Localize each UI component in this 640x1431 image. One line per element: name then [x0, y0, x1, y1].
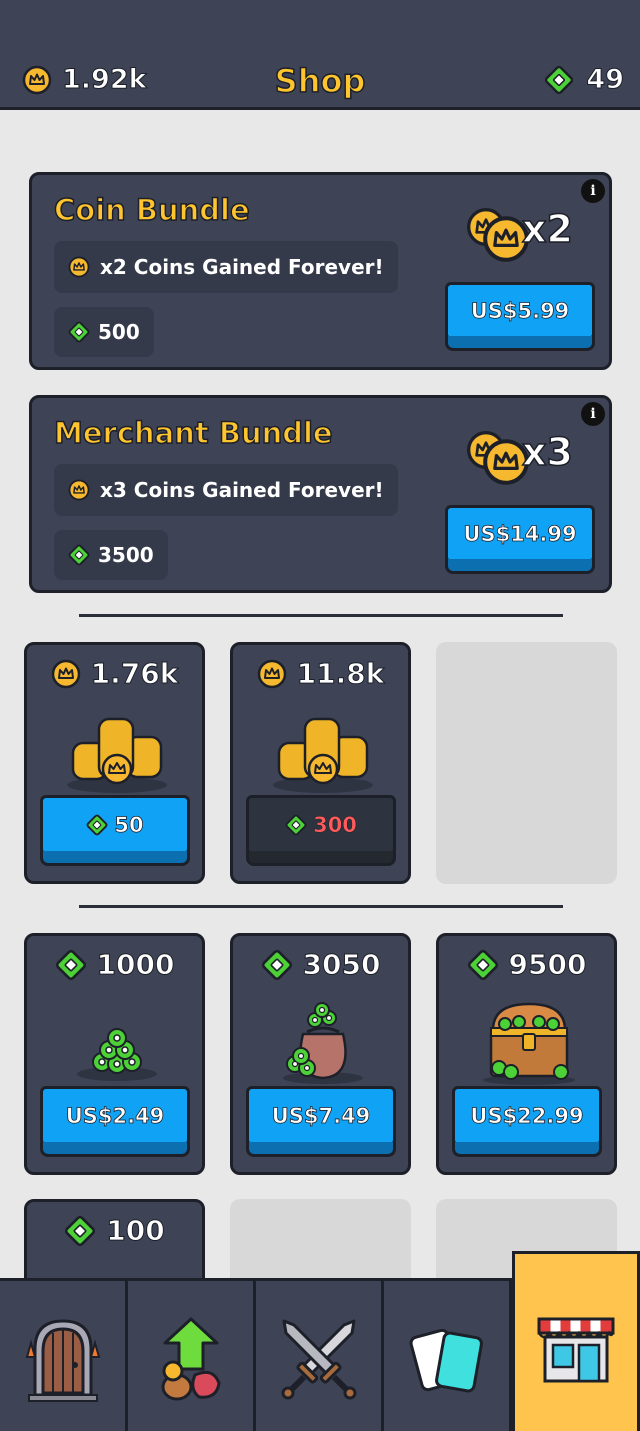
buy-merchant-bundle-button[interactable]: US$14.99: [445, 505, 595, 574]
coin-offer-amount: 11.8k: [233, 657, 408, 691]
buy-coins-button[interactable]: 50: [40, 795, 190, 866]
gem-offer-amount: 9500: [439, 948, 614, 982]
bundle-description-text: x2 Coins Gained Forever!: [100, 255, 384, 279]
multiplier-text: x3: [521, 429, 573, 475]
shop-icon: [537, 1317, 615, 1383]
coin-offer-cost: 50: [114, 813, 144, 838]
gem-balance-value: 49: [586, 64, 625, 96]
coin-icon: [51, 659, 81, 689]
cards-icon: [409, 1328, 483, 1392]
merchant-bundle-card: Merchant Bundle i x3 Coins Gained Foreve…: [29, 395, 612, 593]
buy-gems-button[interactable]: US$2.49: [40, 1086, 190, 1157]
multiplier-text: x2: [521, 206, 573, 252]
coin-icon: [68, 256, 90, 278]
crossed-swords-icon: [281, 1319, 356, 1399]
coin-offer-card: 1.76k 50: [24, 642, 205, 884]
divider: [79, 614, 563, 617]
gem-offer-amount: 1000: [27, 948, 202, 982]
coin-icon: [68, 479, 90, 501]
gem-balance: 49: [544, 64, 625, 96]
bundle-gem-bonus-value: 3500: [98, 543, 154, 567]
gem-offer-amount-value: 9500: [508, 948, 587, 982]
coin-offer-amount: 1.76k: [27, 657, 202, 691]
divider: [79, 905, 563, 908]
gem-offer-card: 9500 US$22.99: [436, 933, 617, 1175]
gem-icon: [68, 321, 90, 343]
nav-tab-dungeon[interactable]: [0, 1281, 128, 1431]
gem-offer-card: 3050 US$7.49: [230, 933, 411, 1175]
gem-icon: [285, 814, 307, 836]
gem-icon: [55, 949, 87, 981]
bundle-description: x3 Coins Gained Forever!: [54, 464, 398, 516]
coin-offer-amount-value: 1.76k: [90, 657, 179, 691]
upgrade-icon: [161, 1317, 221, 1400]
gem-icon: [544, 65, 574, 95]
coin-bundle-card: Coin Bundle i x2 Coins Gained Forever! 5…: [29, 172, 612, 370]
bundle-gem-bonus: 3500: [54, 530, 168, 580]
gem-icon: [86, 814, 108, 836]
gem-bag-icon: [263, 996, 383, 1086]
nav-tab-cards[interactable]: [384, 1281, 512, 1431]
coin-offer-amount-value: 11.8k: [296, 657, 385, 691]
gem-icon: [261, 949, 293, 981]
buy-gems-button[interactable]: US$7.49: [246, 1086, 396, 1157]
coin-offer-cost: 300: [313, 813, 357, 838]
bundle-description-text: x3 Coins Gained Forever!: [100, 478, 384, 502]
gem-icon: [467, 949, 499, 981]
bundle-gem-bonus-value: 500: [98, 320, 140, 344]
gem-offer-amount-value: 100: [106, 1214, 165, 1248]
bundle-multiplier: x3: [462, 422, 592, 492]
buy-coin-bundle-button[interactable]: US$5.99: [445, 282, 595, 351]
door-icon: [25, 1318, 100, 1402]
bundle-description: x2 Coins Gained Forever!: [54, 241, 398, 293]
treasure-chest-icon: [469, 996, 589, 1086]
gem-icon: [68, 544, 90, 566]
nav-tab-battle[interactable]: [256, 1281, 384, 1431]
empty-slot: [436, 642, 617, 884]
buy-coins-button-disabled[interactable]: 300: [246, 795, 396, 866]
gem-pile-icon: [57, 996, 177, 1086]
coin-stack-icon: [263, 705, 383, 795]
bundle-gem-bonus: 500: [54, 307, 154, 357]
coin-stack-icon: [57, 705, 177, 795]
bottom-nav: [0, 1251, 640, 1431]
coin-icon: [257, 659, 287, 689]
gem-offer-amount-value: 1000: [96, 948, 175, 982]
gem-offer-amount-value: 3050: [302, 948, 381, 982]
nav-tab-upgrades[interactable]: [128, 1281, 256, 1431]
gem-offer-amount: 100: [27, 1214, 202, 1248]
gem-icon: [64, 1215, 96, 1247]
bundle-title: Coin Bundle: [53, 192, 250, 228]
bundle-multiplier: x2: [462, 199, 592, 269]
top-bar: 1.92k Shop 49: [0, 0, 640, 110]
nav-tab-shop[interactable]: [512, 1251, 640, 1431]
gem-offer-card: 1000 US$2.49: [24, 933, 205, 1175]
bundle-title: Merchant Bundle: [53, 415, 333, 451]
coin-offer-card: 11.8k 300: [230, 642, 411, 884]
buy-gems-button[interactable]: US$22.99: [452, 1086, 602, 1157]
gem-offer-amount: 3050: [233, 948, 408, 982]
